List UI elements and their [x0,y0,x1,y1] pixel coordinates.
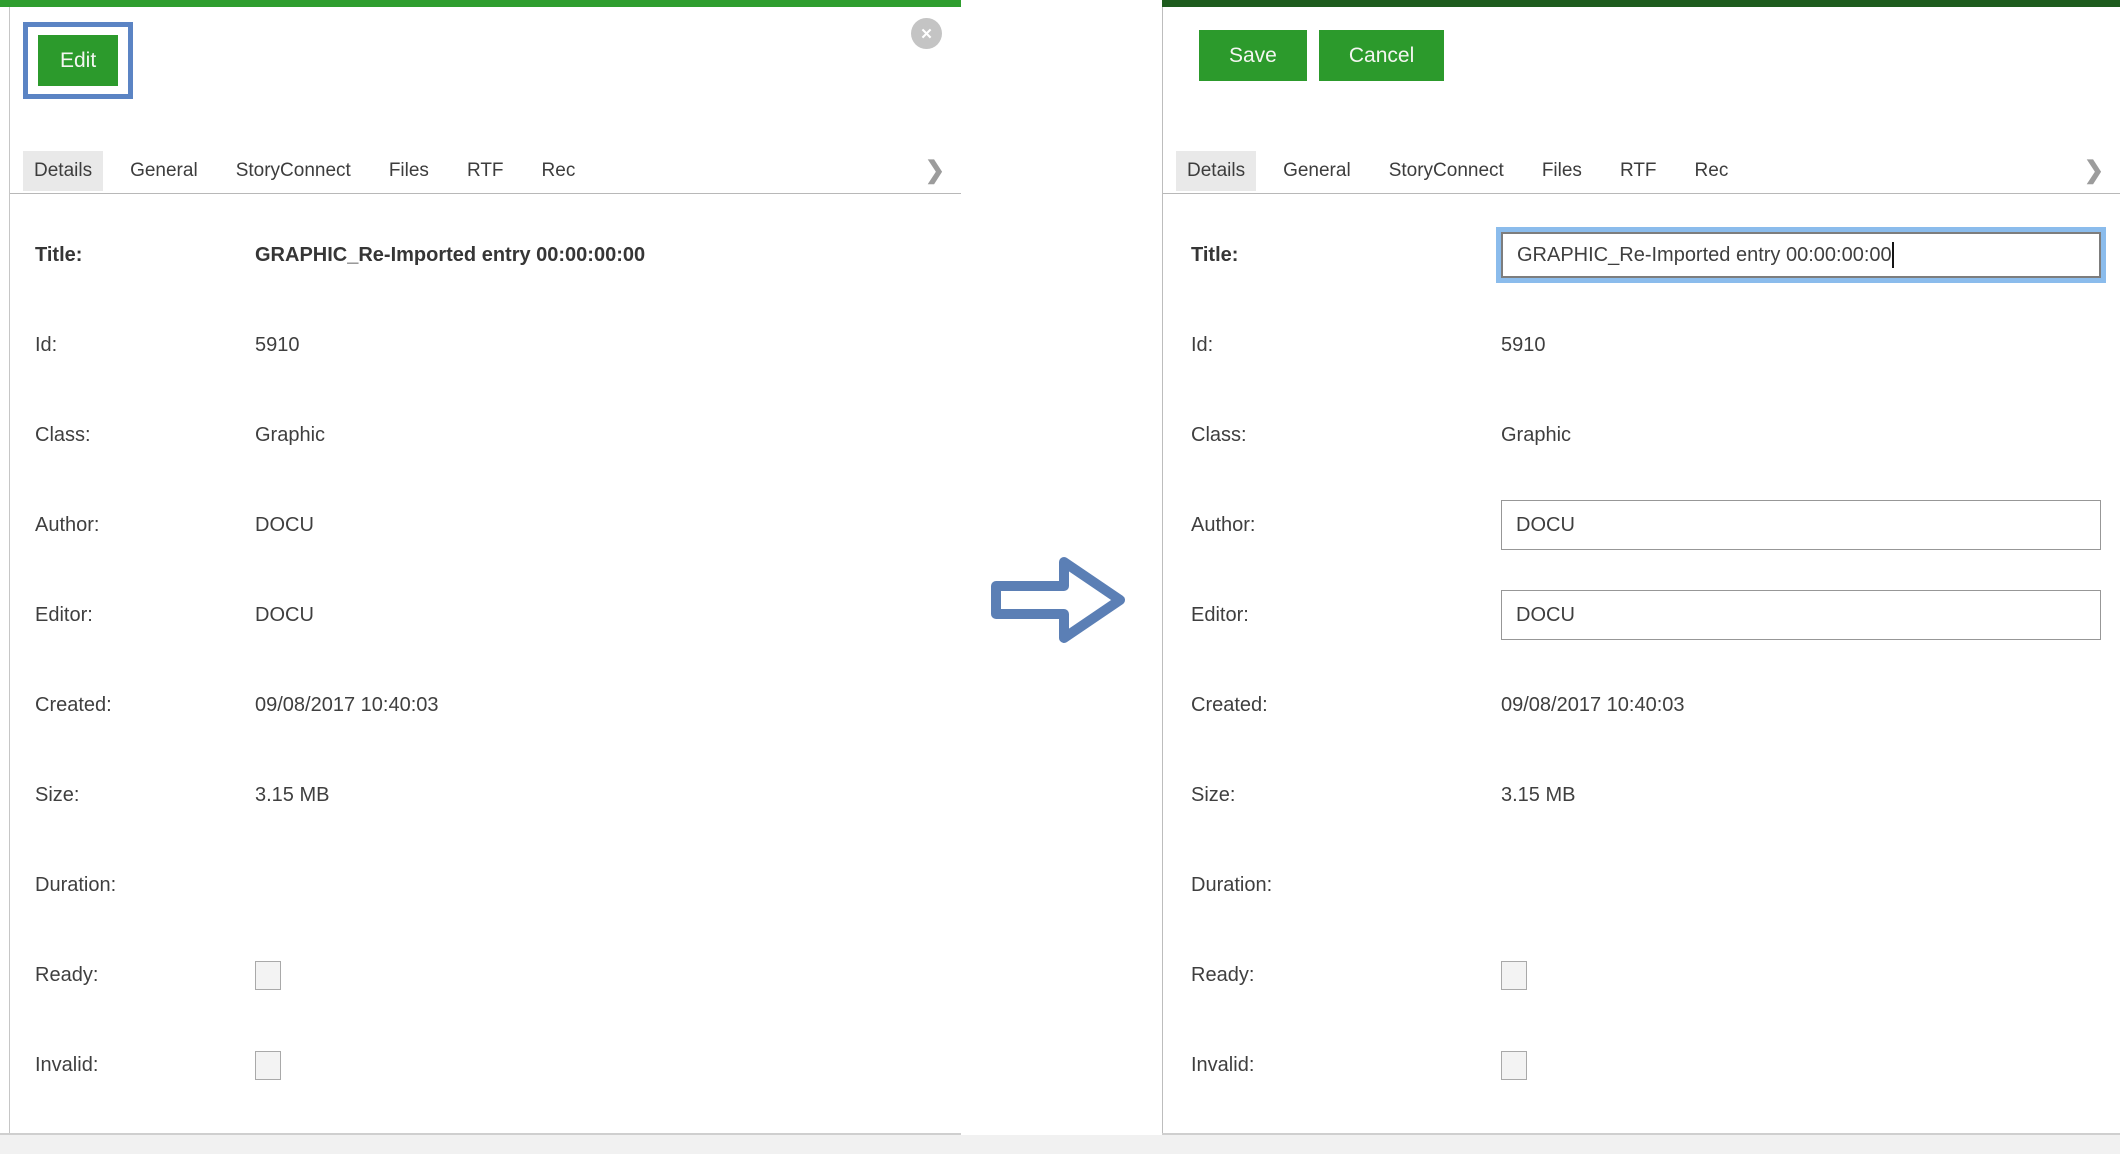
field-row-created: Created:09/08/2017 10:40:03 [1163,660,2120,750]
tab-files[interactable]: Files [1531,151,1593,191]
edit-button[interactable]: Edit [38,35,118,86]
text-caret [1892,242,1894,268]
field-rows: Title:GRAPHIC_Re-Imported entry 00:00:00… [10,194,961,1110]
tab-list: Details General StoryConnect Files RTF Rec [1176,151,1755,191]
created-value: 09/08/2017 10:40:03 [1501,694,1685,717]
title-input[interactable]: GRAPHIC_Re-Imported entry 00:00:00:00 [1501,232,2101,278]
duration-label: Duration: [1191,874,1501,897]
title-label: Title: [1191,244,1501,267]
ready-checkbox[interactable] [255,961,281,990]
author-value: DOCU [255,514,314,537]
editor-label: Editor: [1191,604,1501,627]
screenshot-canvas: Edit ✕ Details General StoryConnect Files RT… [0,0,2120,1154]
field-row-id: Id:5910 [1163,300,2120,390]
tab-storyconnect[interactable]: StoryConnect [1378,151,1515,191]
field-rows: Title: GRAPHIC_Re-Imported entry 00:00:00… [1163,194,2120,1110]
tab-rec[interactable]: Rec [531,151,587,191]
view-toolbar: Edit ✕ [10,7,961,148]
ready-label: Ready: [1191,964,1501,987]
field-row-invalid: Invalid: [1163,1020,2120,1110]
created-value: 09/08/2017 10:40:03 [255,694,439,717]
panel-top-border [0,0,961,7]
panel-body: Edit ✕ Details General StoryConnect Files RT… [9,7,961,1133]
tab-files[interactable]: Files [378,151,440,191]
tab-details[interactable]: Details [23,151,103,191]
field-row-editor: Editor:DOCU [10,570,961,660]
tab-rtf[interactable]: RTF [456,151,515,191]
size-value: 3.15 MB [255,784,329,807]
field-row-size: Size:3.15 MB [10,750,961,840]
author-input[interactable] [1501,500,2101,550]
class-value: Graphic [1501,424,1571,447]
details-view-panel: Edit ✕ Details General StoryConnect Files RT… [0,0,961,1135]
tab-list: Details General StoryConnect Files RTF Rec [23,151,602,191]
tab-general[interactable]: General [1272,151,1362,191]
ready-label: Ready: [35,964,255,987]
id-value: 5910 [255,334,300,357]
editor-label: Editor: [35,604,255,627]
field-row-title: Title:GRAPHIC_Re-Imported entry 00:00:00… [10,210,961,300]
ready-checkbox[interactable] [1501,961,1527,990]
title-label: Title: [35,244,255,267]
save-cancel-group: Save Cancel [1199,30,1444,81]
invalid-checkbox[interactable] [255,1051,281,1080]
field-row-author: Author: [1163,480,2120,570]
field-row-ready: Ready: [1163,930,2120,1020]
field-row-author: Author:DOCU [10,480,961,570]
created-label: Created: [35,694,255,717]
panel-body: Save Cancel Details General StoryConnect Fi… [1162,7,2120,1133]
class-value: Graphic [255,424,325,447]
size-label: Size: [1191,784,1501,807]
editor-input[interactable] [1501,590,2101,640]
tab-general[interactable]: General [119,151,209,191]
tab-storyconnect[interactable]: StoryConnect [225,151,362,191]
id-label: Id: [35,334,255,357]
field-row-id: Id:5910 [10,300,961,390]
field-row-invalid: Invalid: [10,1020,961,1110]
field-row-class: Class:Graphic [1163,390,2120,480]
tab-rec[interactable]: Rec [1684,151,1740,191]
tab-details[interactable]: Details [1176,151,1256,191]
edit-button-highlight: Edit [23,22,133,99]
field-row-duration: Duration: [1163,840,2120,930]
page-bottom-strip [0,1135,2120,1154]
close-icon[interactable]: ✕ [911,18,942,49]
editor-value: DOCU [255,604,314,627]
id-label: Id: [1191,334,1501,357]
edit-toolbar: Save Cancel [1163,7,2120,148]
class-label: Class: [35,424,255,447]
size-label: Size: [35,784,255,807]
save-button[interactable]: Save [1199,30,1307,81]
field-row-size: Size:3.15 MB [1163,750,2120,840]
field-row-title: Title: GRAPHIC_Re-Imported entry 00:00:00… [1163,210,2120,300]
field-row-ready: Ready: [10,930,961,1020]
details-edit-panel: Save Cancel Details General StoryConnect Fi… [1162,0,2120,1135]
author-label: Author: [35,514,255,537]
field-row-class: Class:Graphic [10,390,961,480]
size-value: 3.15 MB [1501,784,1575,807]
tab-rtf[interactable]: RTF [1609,151,1668,191]
transition-arrow-icon [988,550,1128,650]
created-label: Created: [1191,694,1501,717]
chevron-right-icon[interactable]: ❯ [925,156,945,185]
id-value: 5910 [1501,334,1546,357]
panel-top-border [1162,0,2120,7]
class-label: Class: [1191,424,1501,447]
tab-bar: Details General StoryConnect Files RTF Rec ❯ [1163,148,2120,194]
field-row-created: Created:09/08/2017 10:40:03 [10,660,961,750]
invalid-label: Invalid: [35,1054,255,1077]
invalid-checkbox[interactable] [1501,1051,1527,1080]
invalid-label: Invalid: [1191,1054,1501,1077]
input-text: GRAPHIC_Re-Imported entry 00:00:00:00 [1517,244,1892,267]
author-label: Author: [1191,514,1501,537]
duration-label: Duration: [35,874,255,897]
title-value: GRAPHIC_Re-Imported entry 00:00:00:00 [255,244,645,267]
tab-bar: Details General StoryConnect Files RTF Rec ❯ [10,148,961,194]
cancel-button[interactable]: Cancel [1319,30,1444,81]
field-row-editor: Editor: [1163,570,2120,660]
chevron-right-icon[interactable]: ❯ [2084,156,2104,185]
field-row-duration: Duration: [10,840,961,930]
